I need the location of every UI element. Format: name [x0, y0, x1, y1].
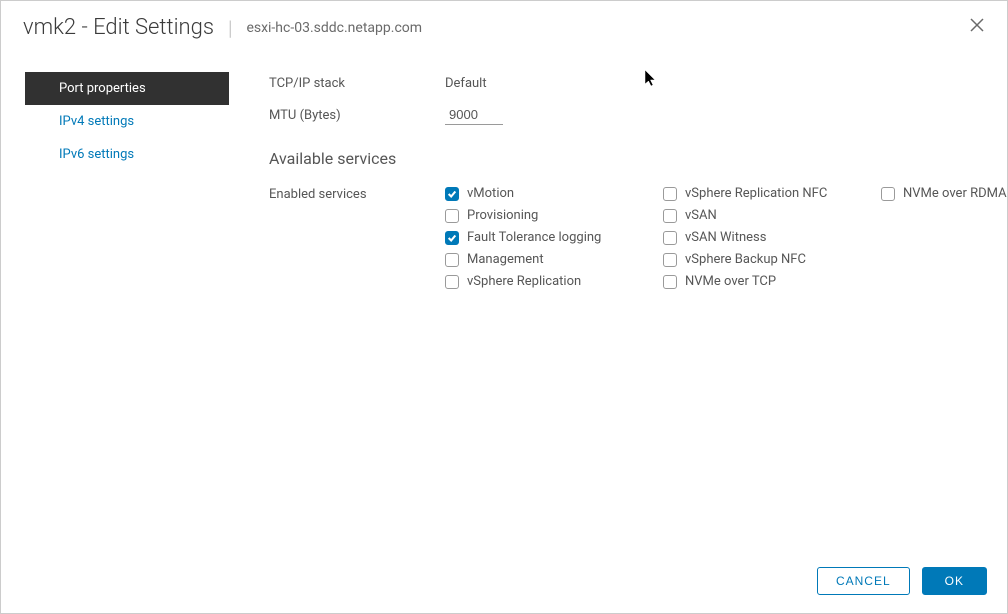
checkbox-icon	[445, 231, 459, 245]
service-vsphere-replication-nfc[interactable]: vSphere Replication NFC	[663, 186, 841, 201]
checkbox-icon	[881, 187, 895, 201]
available-services-title: Available services	[269, 149, 1007, 168]
services-col-1: vMotion Provisioning Fault Tolerance log…	[445, 186, 623, 289]
checkbox-icon	[663, 253, 677, 267]
checkbox-icon	[445, 209, 459, 223]
mtu-input[interactable]	[445, 105, 503, 125]
sidebar-item-ipv6-settings[interactable]: IPv6 settings	[25, 138, 229, 171]
sidebar-item-label: IPv6 settings	[59, 147, 134, 162]
service-vsphere-backup-nfc[interactable]: vSphere Backup NFC	[663, 252, 841, 267]
dialog-title: vmk2 - Edit Settings	[23, 15, 214, 40]
service-vmotion[interactable]: vMotion	[445, 186, 623, 201]
enabled-services-label: Enabled services	[269, 186, 445, 289]
service-vsan[interactable]: vSAN	[663, 208, 841, 223]
checkbox-icon	[445, 253, 459, 267]
dialog-footer: Cancel OK	[1, 555, 1007, 613]
services-col-3: NVMe over RDMA	[881, 186, 1007, 289]
service-provisioning[interactable]: Provisioning	[445, 208, 623, 223]
tcpip-stack-label: TCP/IP stack	[269, 76, 445, 91]
service-label: vSphere Replication NFC	[685, 186, 827, 201]
services-col-2: vSphere Replication NFC vSAN vSAN Witnes…	[663, 186, 841, 289]
service-label: vMotion	[467, 186, 514, 201]
header-separator: |	[228, 16, 232, 40]
sidebar-item-port-properties[interactable]: Port properties	[25, 72, 229, 105]
service-label: Provisioning	[467, 208, 538, 223]
service-label: vSphere Replication	[467, 274, 581, 289]
service-label: Fault Tolerance logging	[467, 230, 601, 245]
tcpip-stack-value: Default	[445, 76, 487, 91]
service-management[interactable]: Management	[445, 252, 623, 267]
service-label: vSAN Witness	[685, 230, 766, 245]
checkbox-icon	[663, 209, 677, 223]
checkbox-icon	[663, 275, 677, 289]
dialog-body: Port properties IPv4 settings IPv6 setti…	[1, 54, 1007, 555]
service-label: NVMe over TCP	[685, 274, 776, 289]
checkbox-icon	[663, 231, 677, 245]
service-nvme-over-tcp[interactable]: NVMe over TCP	[663, 274, 841, 289]
sidebar-item-label: IPv4 settings	[59, 114, 134, 129]
content-panel: TCP/IP stack Default MTU (Bytes) Availab…	[229, 54, 1007, 555]
mtu-row: MTU (Bytes)	[269, 105, 1007, 125]
service-fault-tolerance-logging[interactable]: Fault Tolerance logging	[445, 230, 623, 245]
dialog-subtitle: esxi-hc-03.sddc.netapp.com	[246, 20, 422, 36]
enabled-services-row: Enabled services vMotion Provisioning	[269, 186, 1007, 289]
service-label: vSAN	[685, 208, 717, 223]
close-button[interactable]	[967, 15, 987, 35]
service-label: NVMe over RDMA	[903, 186, 1007, 201]
mtu-label: MTU (Bytes)	[269, 108, 445, 123]
sidebar-item-ipv4-settings[interactable]: IPv4 settings	[25, 105, 229, 138]
checkbox-icon	[445, 275, 459, 289]
checkbox-icon	[445, 187, 459, 201]
sidebar-item-label: Port properties	[59, 81, 146, 96]
service-label: vSphere Backup NFC	[685, 252, 806, 267]
cancel-button[interactable]: Cancel	[817, 567, 910, 595]
service-vsan-witness[interactable]: vSAN Witness	[663, 230, 841, 245]
service-nvme-over-rdma[interactable]: NVMe over RDMA	[881, 186, 1007, 201]
sidebar: Port properties IPv4 settings IPv6 setti…	[1, 54, 229, 555]
services-grid: vMotion Provisioning Fault Tolerance log…	[445, 186, 1007, 289]
tcpip-stack-row: TCP/IP stack Default	[269, 76, 1007, 91]
dialog-header: vmk2 - Edit Settings | esxi-hc-03.sddc.n…	[1, 1, 1007, 54]
checkbox-icon	[663, 187, 677, 201]
ok-button[interactable]: OK	[922, 567, 987, 595]
close-icon	[970, 18, 984, 32]
service-vsphere-replication[interactable]: vSphere Replication	[445, 274, 623, 289]
edit-settings-dialog: vmk2 - Edit Settings | esxi-hc-03.sddc.n…	[0, 0, 1008, 614]
service-label: Management	[467, 252, 544, 267]
